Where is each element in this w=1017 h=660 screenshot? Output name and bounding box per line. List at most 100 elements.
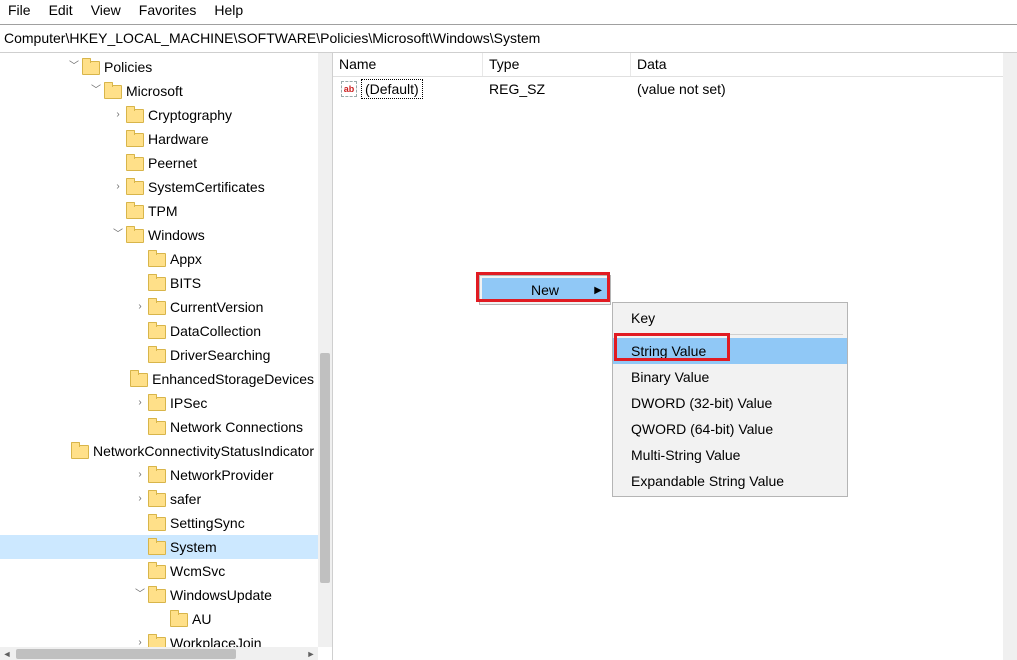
details-vertical-scrollbar[interactable] — [1003, 53, 1017, 660]
tree-item[interactable]: ﹀Policies — [0, 55, 318, 79]
tree-item[interactable]: System — [0, 535, 318, 559]
expand-icon[interactable]: › — [132, 302, 148, 312]
tree-item[interactable]: NetworkConnectivityStatusIndicator — [0, 439, 318, 463]
expand-icon[interactable]: › — [132, 398, 148, 408]
tree-item[interactable]: › WorkplaceJoin — [0, 631, 318, 647]
value-row[interactable]: ab (Default) REG_SZ (value not set) — [333, 77, 1017, 101]
folder-icon — [148, 588, 164, 602]
folder-icon — [148, 276, 164, 290]
tree-item-label: Peernet — [148, 155, 197, 171]
tree-item[interactable]: DataCollection — [0, 319, 318, 343]
tree-item[interactable]: AU — [0, 607, 318, 631]
tree-item[interactable]: Hardware — [0, 127, 318, 151]
details-pane: Name Type Data ab (Default) REG_SZ (valu… — [333, 53, 1017, 660]
tree-item[interactable]: ›Cryptography — [0, 103, 318, 127]
menu-favorites[interactable]: Favorites — [139, 2, 197, 18]
folder-icon — [148, 468, 164, 482]
tree-pane: ﹀Policies﹀Microsoft›CryptographyHardware… — [0, 53, 333, 660]
folder-icon — [126, 132, 142, 146]
expand-icon[interactable]: › — [132, 470, 148, 480]
address-bar[interactable]: Computer\HKEY_LOCAL_MACHINE\SOFTWARE\Pol… — [0, 25, 1017, 53]
folder-icon — [148, 396, 164, 410]
scroll-right-icon[interactable]: ► — [304, 649, 318, 659]
tree-item-label: SettingSync — [170, 515, 245, 531]
collapse-icon[interactable]: ﹀ — [88, 86, 104, 96]
column-header-type[interactable]: Type — [483, 53, 631, 76]
tree-item[interactable]: ﹀ WindowsUpdate — [0, 583, 318, 607]
scroll-left-icon[interactable]: ◄ — [0, 649, 14, 659]
tree-item-label: WcmSvc — [170, 563, 225, 579]
menu-view[interactable]: View — [91, 2, 121, 18]
tree-item[interactable]: › CurrentVersion — [0, 295, 318, 319]
tree-item-label: WindowsUpdate — [170, 587, 272, 603]
tree-item[interactable]: WcmSvc — [0, 559, 318, 583]
context-menu-item-label: New — [531, 282, 559, 298]
submenu-item-binary-value[interactable]: Binary Value — [613, 364, 847, 390]
folder-icon — [148, 636, 164, 647]
submenu-item-expandable-string[interactable]: Expandable String Value — [613, 468, 847, 494]
menu-help[interactable]: Help — [214, 2, 243, 18]
tree-item-label: WorkplaceJoin — [170, 635, 262, 647]
context-menu-item-new[interactable]: New ▶ — [482, 278, 608, 302]
submenu-item-multistring[interactable]: Multi-String Value — [613, 442, 847, 468]
tree-item[interactable]: ﹀ Microsoft — [0, 79, 318, 103]
tree-item[interactable]: ›safer — [0, 487, 318, 511]
collapse-icon[interactable]: ﹀ — [132, 590, 148, 600]
new-submenu: Key String Value Binary Value DWORD (32-… — [612, 302, 848, 497]
tree-item-label: Hardware — [148, 131, 209, 147]
submenu-item-label: DWORD (32-bit) Value — [631, 395, 772, 411]
folder-icon — [170, 612, 186, 626]
tree-item[interactable]: ›SystemCertificates — [0, 175, 318, 199]
expand-icon[interactable]: › — [110, 182, 126, 192]
folder-icon — [148, 300, 164, 314]
folder-icon — [148, 516, 164, 530]
folder-icon — [126, 108, 142, 122]
submenu-item-key[interactable]: Key — [613, 305, 847, 331]
tree-vertical-scroll-thumb[interactable] — [320, 353, 330, 583]
tree-item-label: Appx — [170, 251, 202, 267]
tree-item[interactable]: › NetworkProvider — [0, 463, 318, 487]
tree-item-label: BITS — [170, 275, 201, 291]
collapse-icon[interactable]: ﹀ — [110, 230, 126, 240]
submenu-item-string-value[interactable]: String Value — [613, 338, 847, 364]
tree-item[interactable]: TPM — [0, 199, 318, 223]
menu-edit[interactable]: Edit — [49, 2, 73, 18]
folder-icon — [71, 444, 87, 458]
tree-horizontal-scrollbar[interactable]: ◄ ► — [0, 647, 318, 660]
submenu-item-qword[interactable]: QWORD (64-bit) Value — [613, 416, 847, 442]
tree-item-label: NetworkProvider — [170, 467, 273, 483]
tree-item-label: Microsoft — [126, 83, 183, 99]
details-header: Name Type Data — [333, 53, 1017, 77]
expand-icon[interactable]: › — [132, 638, 148, 647]
tree-item[interactable]: Peernet — [0, 151, 318, 175]
menu-file[interactable]: File — [8, 2, 31, 18]
column-header-data[interactable]: Data — [631, 53, 1017, 76]
submenu-item-dword[interactable]: DWORD (32-bit) Value — [613, 390, 847, 416]
tree-item-label: DataCollection — [170, 323, 261, 339]
tree-item[interactable]: › IPSec — [0, 391, 318, 415]
submenu-arrow-icon: ▶ — [594, 285, 602, 296]
tree-item[interactable]: Appx — [0, 247, 318, 271]
tree-item[interactable]: ﹀Windows — [0, 223, 318, 247]
tree-vertical-scrollbar[interactable] — [318, 53, 332, 647]
tree-item-label: IPSec — [170, 395, 207, 411]
tree-item-label: TPM — [148, 203, 178, 219]
folder-icon — [82, 60, 98, 74]
expand-icon[interactable]: › — [110, 110, 126, 120]
tree-item-label: CurrentVersion — [170, 299, 263, 315]
collapse-icon[interactable]: ﹀ — [66, 62, 82, 72]
folder-icon — [130, 372, 146, 386]
tree-item[interactable]: Network Connections — [0, 415, 318, 439]
submenu-item-label: QWORD (64-bit) Value — [631, 421, 773, 437]
tree-item[interactable]: DriverSearching — [0, 343, 318, 367]
expand-icon[interactable]: › — [132, 494, 148, 504]
folder-icon — [148, 420, 164, 434]
tree-horizontal-scroll-thumb[interactable] — [16, 649, 236, 659]
submenu-item-label: Multi-String Value — [631, 447, 740, 463]
column-header-name[interactable]: Name — [333, 53, 483, 76]
tree-item[interactable]: BITS — [0, 271, 318, 295]
tree-item[interactable]: EnhancedStorageDevices — [0, 367, 318, 391]
folder-icon — [126, 180, 142, 194]
tree-item[interactable]: SettingSync — [0, 511, 318, 535]
folder-icon — [148, 540, 164, 554]
